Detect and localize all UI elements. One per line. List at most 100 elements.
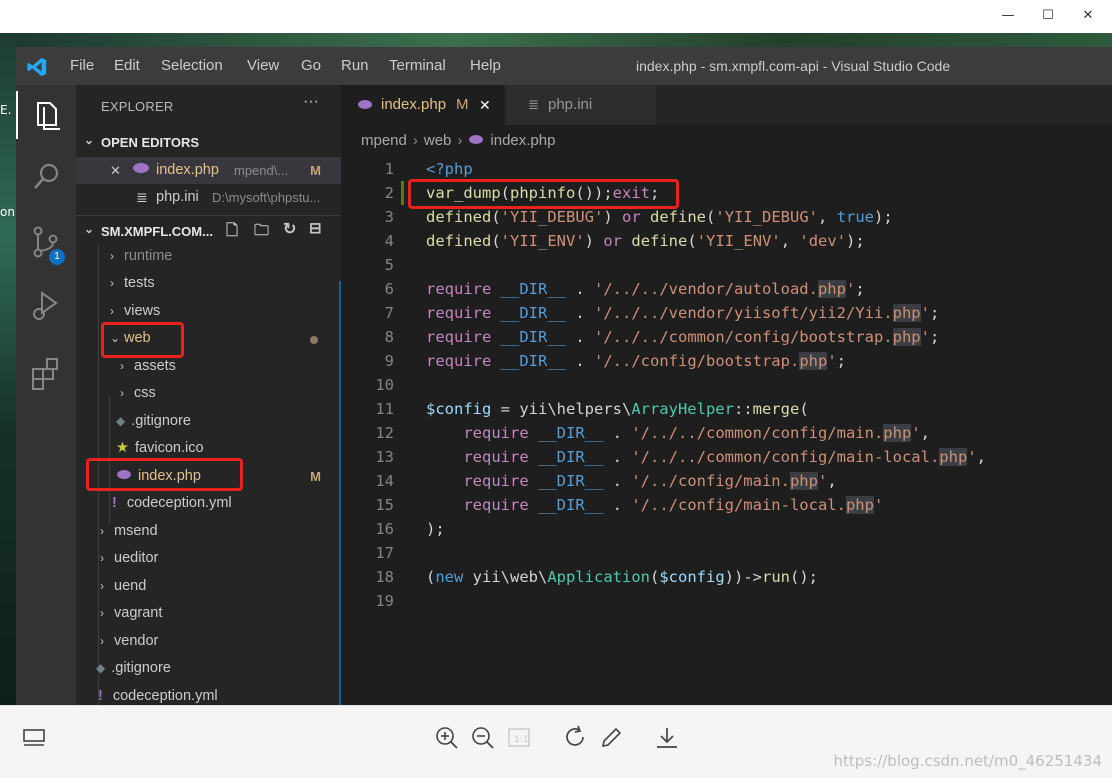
close-button[interactable]: ✕ bbox=[1073, 6, 1103, 26]
line-number: 16 bbox=[375, 520, 394, 538]
breadcrumb-item[interactable]: web bbox=[424, 132, 452, 149]
desktop-label: E. bbox=[0, 103, 12, 117]
run-debug-icon[interactable] bbox=[16, 281, 76, 329]
explorer-icon[interactable] bbox=[16, 91, 78, 139]
close-icon[interactable]: ✕ bbox=[110, 157, 121, 184]
line-number: 17 bbox=[375, 544, 394, 562]
edit-icon[interactable] bbox=[597, 724, 625, 752]
maximize-button[interactable]: ☐ bbox=[1033, 6, 1063, 26]
workspace-section[interactable]: ⌄ SM.XMPFL.COM... 🗋 🗀 ↻ ⊟ bbox=[76, 215, 341, 240]
line-number: 3 bbox=[384, 208, 394, 226]
rotate-icon[interactable] bbox=[561, 724, 589, 752]
tree-folder[interactable]: › tests bbox=[110, 270, 375, 297]
vscode-window: File Edit Selection View Go Run Terminal… bbox=[16, 47, 1112, 705]
line-number: 8 bbox=[384, 328, 394, 346]
chevron-right-icon: › bbox=[110, 276, 114, 290]
open-editor-item[interactable]: ✕ index.php mpend\... M bbox=[76, 157, 341, 184]
line-number: 7 bbox=[384, 304, 394, 322]
tree-file[interactable]: ! codeception.yml bbox=[98, 683, 363, 705]
code-line: $config = yii\helpers\ArrayHelper::merge… bbox=[426, 400, 809, 418]
chevron-right-icon: › bbox=[110, 249, 114, 263]
zoom-out-icon[interactable] bbox=[469, 724, 497, 752]
file-icon: ≣ bbox=[136, 189, 148, 205]
chevron-right-icon: › bbox=[100, 551, 104, 565]
chevron-right-icon: › bbox=[120, 386, 124, 400]
line-number: 6 bbox=[384, 280, 394, 298]
new-file-icon[interactable]: 🗋 bbox=[226, 220, 238, 245]
yaml-icon: ! bbox=[112, 495, 117, 511]
code-line: require __DIR__ . '/../config/main-local… bbox=[463, 496, 884, 514]
new-folder-icon[interactable]: 🗀 bbox=[254, 220, 269, 245]
tree-folder[interactable]: › uend bbox=[100, 573, 365, 600]
chevron-right-icon: › bbox=[100, 606, 104, 620]
php-file-icon bbox=[468, 125, 484, 157]
git-icon: ◆ bbox=[96, 661, 106, 675]
chevron-down-icon: ⌄ bbox=[84, 133, 95, 147]
refresh-icon[interactable]: ↻ bbox=[283, 219, 296, 239]
actual-size-icon: 1:1 bbox=[505, 724, 533, 752]
source-control-icon[interactable]: 1 bbox=[16, 219, 76, 267]
menu-run[interactable]: Run bbox=[341, 57, 369, 74]
menu-go[interactable]: Go bbox=[301, 57, 321, 74]
php-file-icon bbox=[357, 86, 373, 126]
line-number: 9 bbox=[384, 352, 394, 370]
tab-index-php[interactable]: index.php M ✕ bbox=[341, 85, 504, 125]
open-editors-section[interactable]: ⌄ OPEN EDITORS bbox=[76, 133, 341, 157]
viewer-titlebar: — ☐ ✕ bbox=[0, 0, 1112, 33]
download-icon[interactable] bbox=[653, 724, 681, 752]
activity-bar: 1 bbox=[16, 85, 76, 705]
collapse-all-icon[interactable]: ⊟ bbox=[309, 219, 322, 237]
tree-folder[interactable]: › views bbox=[110, 298, 375, 325]
more-actions-icon[interactable]: ··· bbox=[303, 93, 319, 111]
breadcrumb-item[interactable]: mpend bbox=[361, 132, 407, 149]
star-icon: ★ bbox=[116, 440, 129, 456]
line-number: 19 bbox=[375, 592, 394, 610]
line-number: 11 bbox=[375, 400, 394, 418]
tree-folder[interactable]: › runtime bbox=[110, 243, 375, 270]
line-number: 2 bbox=[384, 184, 394, 202]
breadcrumb-item[interactable]: index.php bbox=[490, 132, 555, 149]
line-number: 13 bbox=[375, 448, 394, 466]
code-line: require __DIR__ . '/../config/bootstrap.… bbox=[426, 352, 846, 370]
tree-folder[interactable]: › ueditor bbox=[100, 545, 365, 572]
code-line: defined('YII_ENV') or define('YII_ENV', … bbox=[426, 232, 865, 250]
tree-file[interactable]: ! codeception.yml bbox=[110, 490, 375, 517]
viewer-toolbar: 1:1 https://blog.csdn.net/m0_46251434 bbox=[0, 705, 1112, 778]
code-line: require __DIR__ . '/../config/main.php', bbox=[463, 472, 837, 490]
tree-file[interactable]: ◆ .gitignore bbox=[96, 655, 361, 682]
menu-selection[interactable]: Selection bbox=[161, 57, 223, 74]
tree-folder[interactable]: › msend bbox=[100, 518, 365, 545]
tab-php-ini[interactable]: ≣ php.ini bbox=[506, 85, 656, 125]
search-icon[interactable] bbox=[16, 153, 76, 201]
code-editor[interactable]: 1 2 3 4 5 6 7 8 9 10 11 12 13 14 15 16 1… bbox=[341, 157, 1112, 705]
open-editor-item[interactable]: ≣ php.ini D:\mysoft\phpstu... bbox=[76, 184, 341, 211]
tree-folder[interactable]: › vendor bbox=[100, 628, 365, 655]
menu-edit[interactable]: Edit bbox=[114, 57, 140, 74]
chevron-right-icon: › bbox=[110, 304, 114, 318]
desktop-background bbox=[16, 33, 1112, 47]
menu-view[interactable]: View bbox=[247, 57, 279, 74]
line-number: 12 bbox=[375, 424, 394, 442]
explorer-sidebar: EXPLORER ··· ⌄ OPEN EDITORS ✕ index.php … bbox=[76, 85, 341, 705]
menu-terminal[interactable]: Terminal bbox=[389, 57, 446, 74]
annotation-box bbox=[101, 322, 184, 358]
line-number: 1 bbox=[384, 160, 394, 178]
panel-toggle-icon[interactable] bbox=[20, 724, 48, 752]
menu-file[interactable]: File bbox=[70, 57, 94, 74]
code-line: require __DIR__ . '/../../common/config/… bbox=[426, 328, 940, 346]
tree-folder[interactable]: › vagrant bbox=[100, 600, 365, 627]
extensions-icon[interactable] bbox=[16, 349, 76, 397]
line-number: 10 bbox=[375, 376, 394, 394]
code-line: (new yii\web\Application($config))->run(… bbox=[426, 568, 818, 586]
git-icon: ◆ bbox=[116, 414, 126, 428]
zoom-in-icon[interactable] bbox=[433, 724, 461, 752]
annotation-box bbox=[86, 458, 243, 491]
close-icon[interactable]: ✕ bbox=[479, 85, 491, 125]
menu-help[interactable]: Help bbox=[470, 57, 501, 74]
editor-tabs: index.php M ✕ ≣ php.ini bbox=[341, 85, 1112, 125]
code-line: require __DIR__ . '/../../common/config/… bbox=[463, 448, 986, 466]
line-number: 4 bbox=[384, 232, 394, 250]
yaml-icon: ! bbox=[98, 688, 103, 704]
title-bar: File Edit Selection View Go Run Terminal… bbox=[16, 47, 1112, 85]
minimize-button[interactable]: — bbox=[993, 6, 1023, 26]
